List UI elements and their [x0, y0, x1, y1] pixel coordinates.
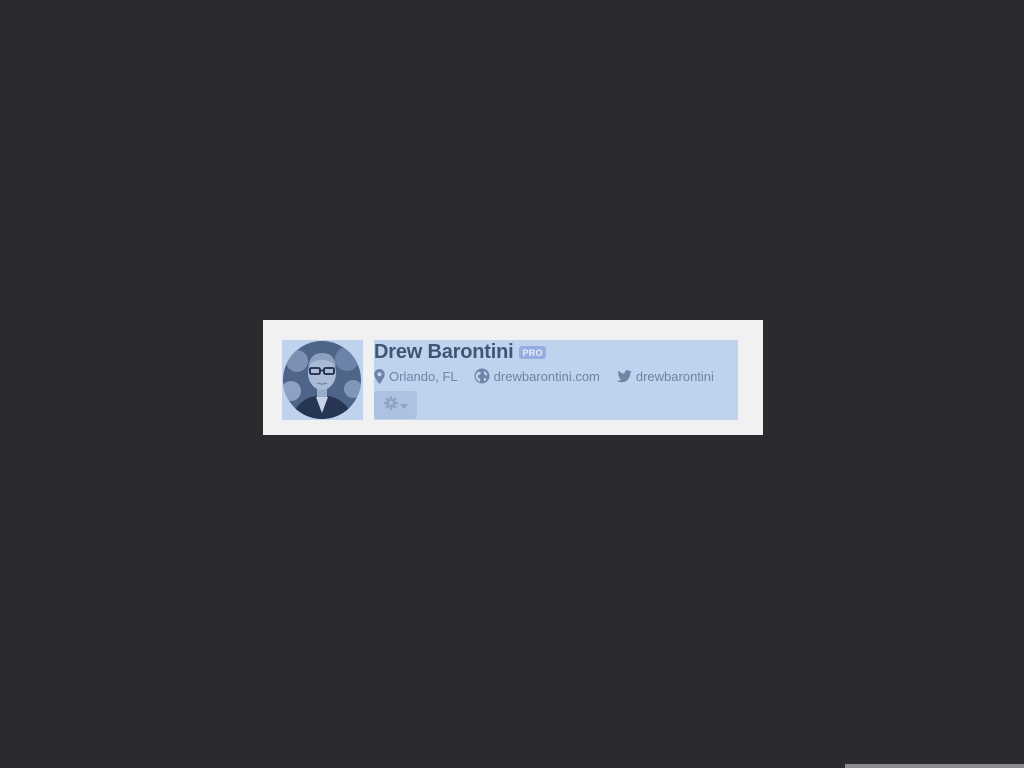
- name-row: Drew Barontini PRO: [374, 340, 546, 364]
- location-item: Orlando, FL: [374, 368, 458, 384]
- pro-badge: PRO: [519, 345, 546, 359]
- profile-card: Drew Barontini PRO Orlando, FL drewbaron…: [263, 320, 763, 435]
- location-text: Orlando, FL: [389, 368, 458, 384]
- profile-name[interactable]: Drew Barontini: [374, 341, 514, 364]
- globe-icon: [474, 368, 490, 384]
- page: Drew Barontini PRO Orlando, FL drewbaron…: [0, 0, 1024, 768]
- twitter-bird-icon: [616, 369, 632, 383]
- website-item[interactable]: drewbarontini.com: [474, 368, 600, 384]
- twitter-item[interactable]: drewbarontini: [616, 369, 714, 384]
- avatar-image: [283, 341, 361, 419]
- website-link[interactable]: drewbarontini.com: [494, 369, 600, 384]
- settings-dropdown-button[interactable]: [374, 391, 417, 419]
- map-pin-icon: [374, 368, 385, 384]
- avatar-selection: [282, 340, 363, 420]
- horizontal-scrollbar[interactable]: [845, 764, 1024, 768]
- avatar[interactable]: [283, 341, 361, 419]
- profile-meta: Orlando, FL drewbarontini.com drewbaront…: [374, 367, 714, 385]
- caret-down-icon: [399, 396, 408, 414]
- twitter-link[interactable]: drewbarontini: [636, 369, 714, 384]
- profile-info-selection: Drew Barontini PRO Orlando, FL drewbaron…: [374, 340, 738, 420]
- gear-icon: [383, 395, 398, 415]
